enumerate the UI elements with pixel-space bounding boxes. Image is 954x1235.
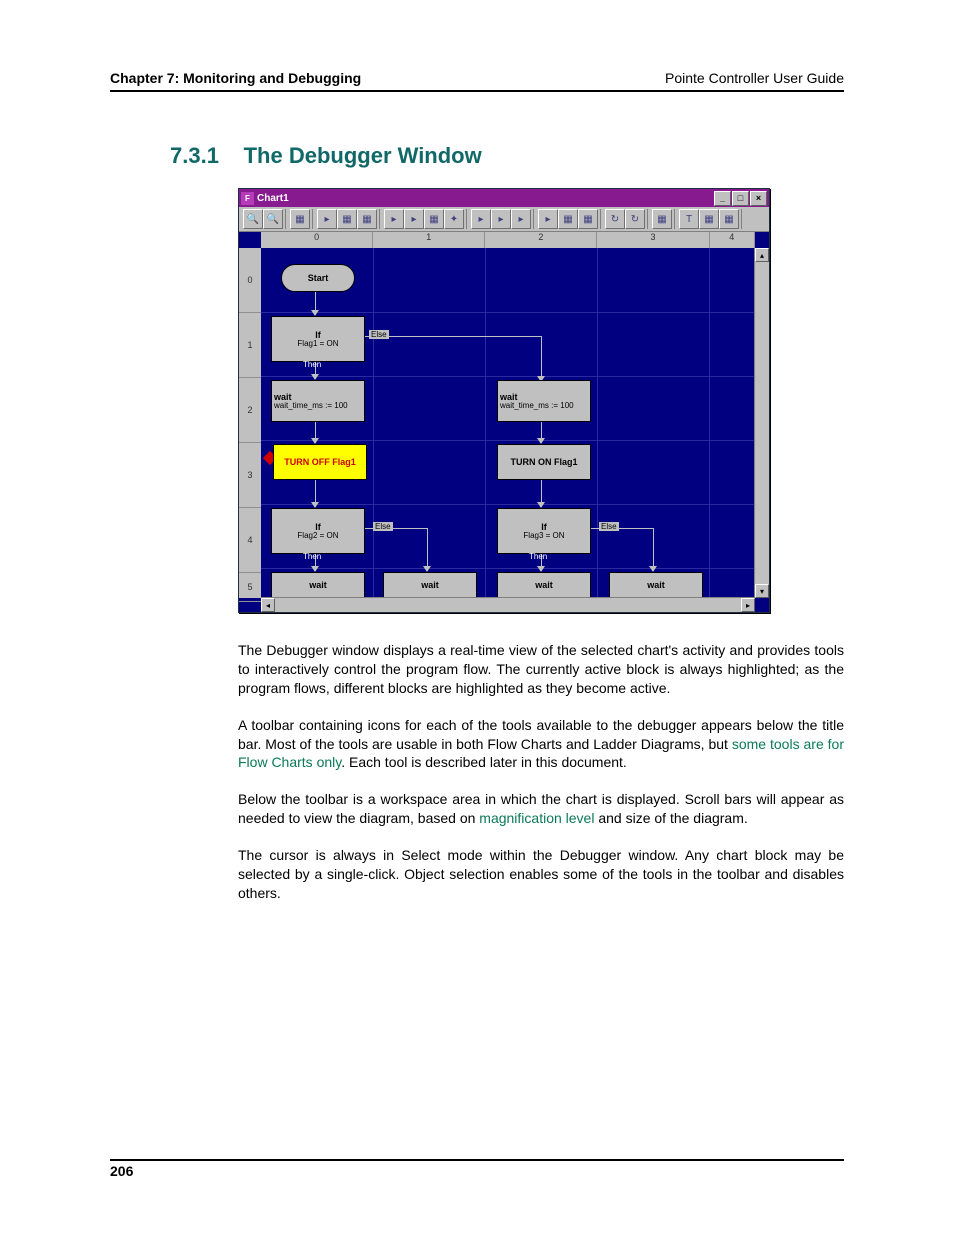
maximize-button[interactable]: □ bbox=[732, 191, 749, 206]
tool-icon[interactable]: ▸ bbox=[384, 209, 404, 229]
app-icon: F bbox=[241, 192, 254, 205]
paragraph-1: The Debugger window displays a real-time… bbox=[238, 641, 844, 698]
if-condition: Flag2 = ON bbox=[297, 532, 338, 541]
then-label: Then bbox=[529, 552, 547, 561]
wait-block-left[interactable]: wait wait_time_ms := 100 bbox=[271, 380, 365, 422]
if-block-flag1[interactable]: If Flag1 = ON bbox=[271, 316, 365, 362]
body-text: The Debugger window displays a real-time… bbox=[238, 641, 844, 903]
else-label: Else bbox=[599, 522, 619, 531]
tool-icon[interactable]: ▦ bbox=[578, 209, 598, 229]
row-index: 2 bbox=[239, 378, 261, 443]
paragraph-3: Below the toolbar is a workspace area in… bbox=[238, 790, 844, 828]
section-number: 7.3.1 bbox=[170, 143, 219, 168]
section-title: The Debugger Window bbox=[244, 143, 482, 168]
col-index: 3 bbox=[597, 232, 709, 248]
tool-icon[interactable]: ✦ bbox=[444, 209, 464, 229]
tool-icon[interactable]: ▸ bbox=[491, 209, 511, 229]
scroll-up-icon[interactable]: ▴ bbox=[755, 248, 769, 262]
paragraph-4: The cursor is always in Select mode with… bbox=[238, 846, 844, 903]
tool-icon[interactable]: ▸ bbox=[538, 209, 558, 229]
wait-block[interactable]: wait bbox=[271, 572, 365, 598]
window-title: Chart1 bbox=[257, 193, 289, 204]
if-block-flag3[interactable]: If Flag3 = ON bbox=[497, 508, 591, 554]
col-index: 0 bbox=[261, 232, 373, 248]
col-index: 1 bbox=[373, 232, 485, 248]
section-heading: 7.3.1 The Debugger Window bbox=[170, 142, 844, 170]
wait-block[interactable]: wait bbox=[609, 572, 703, 598]
debugger-window: F Chart1 _ □ × 🔍🔍 ▦ ▸▦▦ ▸▸▦✦ ▸▸▸ ▸▦▦ ↻↻ … bbox=[238, 188, 770, 613]
if-condition: Flag3 = ON bbox=[523, 532, 564, 541]
else-label: Else bbox=[373, 522, 393, 531]
row-index: 5 bbox=[239, 573, 261, 602]
wait-block-right[interactable]: wait wait_time_ms := 100 bbox=[497, 380, 591, 422]
debugger-toolbar: 🔍🔍 ▦ ▸▦▦ ▸▸▦✦ ▸▸▸ ▸▦▦ ↻↻ ▦ T▦▦ bbox=[239, 207, 769, 232]
header-chapter: Chapter 7: Monitoring and Debugging bbox=[110, 70, 361, 86]
then-label: Then bbox=[303, 552, 321, 561]
tool-icon[interactable]: ↻ bbox=[605, 209, 625, 229]
tool-icon[interactable]: ▦ bbox=[424, 209, 444, 229]
tool-icon[interactable]: ▸ bbox=[404, 209, 424, 229]
row-index: 1 bbox=[239, 313, 261, 378]
col-index: 2 bbox=[485, 232, 597, 248]
close-button[interactable]: × bbox=[750, 191, 767, 206]
zoom-in-icon[interactable]: 🔍 bbox=[243, 209, 263, 229]
tool-icon[interactable]: ▦ bbox=[290, 209, 310, 229]
page-number: 206 bbox=[110, 1163, 844, 1179]
wait-sub: wait_time_ms := 100 bbox=[500, 402, 574, 411]
scroll-left-icon[interactable]: ◂ bbox=[261, 598, 275, 612]
header-guide: Pointe Controller User Guide bbox=[665, 70, 844, 86]
tool-icon[interactable]: ▦ bbox=[652, 209, 672, 229]
wait-block[interactable]: wait bbox=[383, 572, 477, 598]
if-block-flag2[interactable]: If Flag2 = ON bbox=[271, 508, 365, 554]
workspace: 0 1 2 3 4 0 1 2 3 4 5 bbox=[239, 232, 769, 612]
tool-icon[interactable]: ▸ bbox=[471, 209, 491, 229]
turn-off-block[interactable]: TURN OFF Flag1 bbox=[273, 444, 367, 480]
column-header: 0 1 2 3 4 bbox=[261, 232, 755, 249]
wait-sub: wait_time_ms := 100 bbox=[274, 402, 348, 411]
turn-on-block[interactable]: TURN ON Flag1 bbox=[497, 444, 591, 480]
row-header: 0 1 2 3 4 5 bbox=[239, 248, 262, 598]
tool-icon[interactable]: ▦ bbox=[719, 209, 739, 229]
row-index: 4 bbox=[239, 508, 261, 573]
vertical-scrollbar[interactable]: ▴ ▾ bbox=[754, 248, 769, 598]
tool-icon[interactable]: ▸ bbox=[511, 209, 531, 229]
wait-block[interactable]: wait bbox=[497, 572, 591, 598]
col-index: 4 bbox=[710, 232, 755, 248]
chart-canvas[interactable]: Start If Flag1 = ON Then Else wait wait_… bbox=[261, 248, 755, 598]
paragraph-2: A toolbar containing icons for each of t… bbox=[238, 716, 844, 773]
minimize-button[interactable]: _ bbox=[714, 191, 731, 206]
scroll-right-icon[interactable]: ▸ bbox=[741, 598, 755, 612]
zoom-out-icon[interactable]: 🔍 bbox=[263, 209, 283, 229]
then-label: Then bbox=[303, 360, 321, 369]
tool-icon[interactable]: ▦ bbox=[357, 209, 377, 229]
tool-icon[interactable]: ▸ bbox=[317, 209, 337, 229]
tool-icon[interactable]: ▦ bbox=[699, 209, 719, 229]
row-index: 3 bbox=[239, 443, 261, 508]
row-index: 0 bbox=[239, 248, 261, 313]
footer-rule bbox=[110, 1159, 844, 1161]
header-rule bbox=[110, 90, 844, 92]
start-block[interactable]: Start bbox=[281, 264, 355, 292]
magnification-link[interactable]: magnification level bbox=[479, 810, 594, 826]
window-titlebar[interactable]: F Chart1 _ □ × bbox=[239, 189, 769, 207]
tool-icon[interactable]: T bbox=[679, 209, 699, 229]
scroll-down-icon[interactable]: ▾ bbox=[755, 584, 769, 598]
tool-icon[interactable]: ▦ bbox=[337, 209, 357, 229]
tool-icon[interactable]: ↻ bbox=[625, 209, 645, 229]
horizontal-scrollbar[interactable]: ◂ ▸ bbox=[261, 597, 755, 612]
tool-icon[interactable]: ▦ bbox=[558, 209, 578, 229]
else-label: Else bbox=[369, 330, 389, 339]
if-condition: Flag1 = ON bbox=[297, 340, 338, 349]
